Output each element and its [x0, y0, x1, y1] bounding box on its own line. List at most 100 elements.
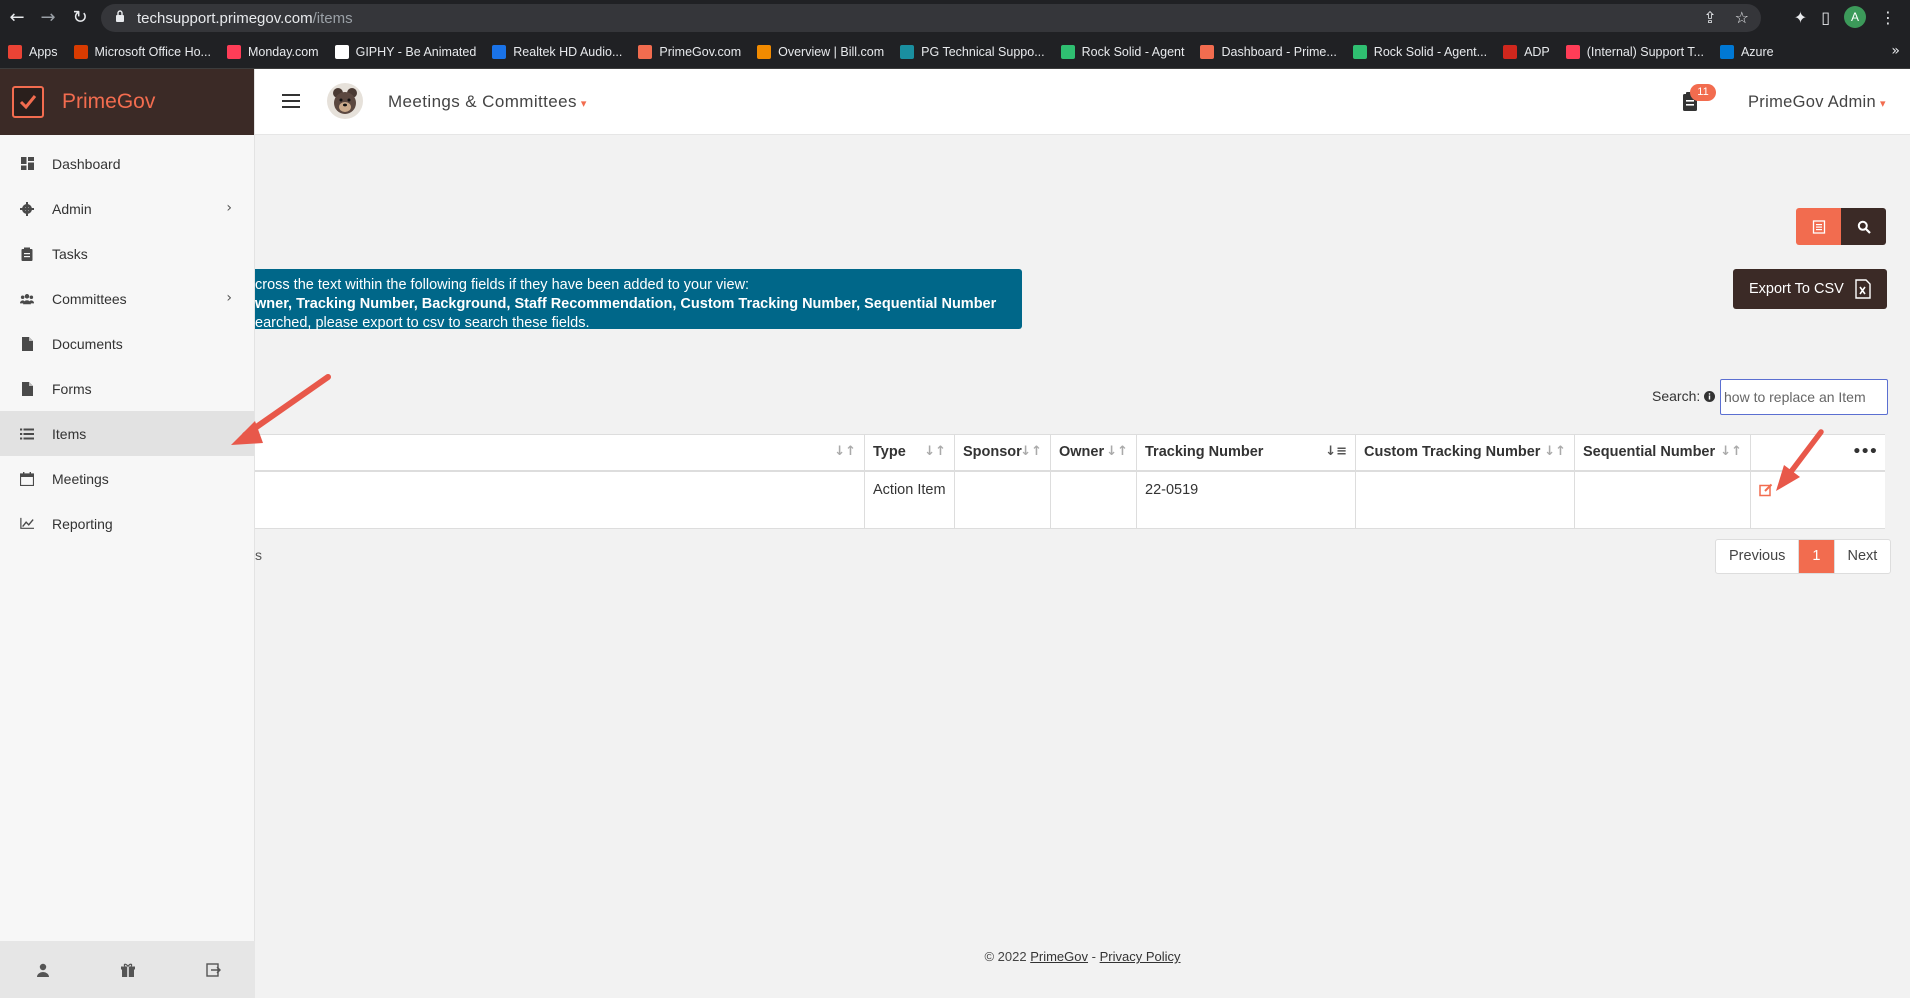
kebab-menu-icon[interactable]: ⋮ [1880, 8, 1896, 27]
sidebar-item-admin[interactable]: Admin › [0, 186, 254, 231]
view-toggle-group [1796, 208, 1886, 245]
bookmark-item[interactable]: Microsoft Office Ho... [73, 44, 211, 59]
edit-icon[interactable] [1759, 483, 1773, 497]
next-page-button[interactable]: Next [1835, 540, 1891, 573]
cell-name [255, 472, 865, 528]
search-icon [1857, 220, 1871, 234]
lock-icon [116, 10, 124, 22]
privacy-policy-link[interactable]: Privacy Policy [1100, 949, 1181, 964]
users-icon [20, 292, 34, 306]
share-icon[interactable]: ⇪ [1703, 8, 1716, 27]
calendar-icon [20, 471, 34, 486]
column-header-sequential-number[interactable]: Sequential Number ↓↑ [1575, 435, 1751, 470]
bookmark-item[interactable]: Realtek HD Audio... [492, 44, 622, 59]
sidebar-item-tasks[interactable]: Tasks [0, 231, 254, 276]
export-csv-button[interactable]: Export To CSV [1733, 269, 1887, 309]
search-label: Search: [1652, 388, 1716, 404]
bookmark-item[interactable]: (Internal) Support T... [1565, 44, 1704, 59]
top-bar: Meetings & Committees ▾ 11 PrimeGov Admin… [255, 69, 1910, 135]
page-1-button[interactable]: 1 [1799, 540, 1835, 573]
sort-icon: ↓↑ [1720, 444, 1742, 459]
bookmark-favicon-icon [1719, 44, 1734, 59]
hamburger-menu-icon[interactable] [282, 94, 300, 108]
column-header-owner[interactable]: Owner ↓↑ [1051, 435, 1137, 470]
bookmark-item[interactable]: ADP [1503, 44, 1550, 59]
sidebar-item-label: Reporting [52, 515, 113, 532]
sort-icon: ↓↑ [1106, 444, 1128, 459]
bookmark-item[interactable]: GIPHY - Be Animated [334, 44, 476, 59]
table-row[interactable]: Action Item 22-0519 [255, 472, 1885, 529]
gear-icon [20, 201, 34, 216]
primegov-link[interactable]: PrimeGov [1030, 949, 1088, 964]
sort-icon: ↓↑ [1544, 444, 1566, 459]
bookmark-item[interactable]: Azure [1719, 44, 1774, 59]
bookmark-label: Rock Solid - Agent [1081, 44, 1185, 59]
bookmark-item[interactable]: PG Technical Suppo... [900, 44, 1045, 59]
bookmark-item[interactable]: Apps [8, 44, 58, 59]
sidebar-item-documents[interactable]: Documents [0, 321, 254, 366]
logout-icon[interactable] [205, 962, 221, 978]
bookmark-label: Dashboard - Prime... [1221, 44, 1337, 59]
column-header-custom-tracking-number[interactable]: Custom Tracking Number ↓↑ [1356, 435, 1575, 470]
column-header-tracking-number[interactable]: Tracking Number ↓≡ [1137, 435, 1356, 470]
primegov-logo-icon [12, 86, 44, 118]
cell-owner [1051, 472, 1137, 528]
sidebar-item-label: Documents [52, 335, 123, 352]
items-table: ↓↑ Type ↓↑ Sponsor ↓↑ Owner ↓↑ Tracking Num… [255, 434, 1885, 529]
column-header-sponsor[interactable]: Sponsor ↓↑ [955, 435, 1051, 470]
pagination: Previous 1 Next [1715, 539, 1892, 574]
column-options-button[interactable]: ••• [1751, 435, 1885, 470]
gift-icon[interactable] [120, 962, 136, 978]
sidebar-item-label: Tasks [52, 245, 88, 262]
cell-tracking-number: 22-0519 [1137, 472, 1356, 528]
extensions-icon[interactable]: ✦ [1794, 8, 1807, 27]
user-menu[interactable]: PrimeGov Admin ▾ [1748, 93, 1886, 112]
sidebar-item-label: Admin [52, 200, 92, 217]
column-header-type[interactable]: Type ↓↑ [865, 435, 955, 470]
bookmark-favicon-icon [1352, 44, 1367, 59]
list-view-button[interactable] [1796, 208, 1841, 245]
search-button[interactable] [1841, 208, 1886, 245]
info-icon[interactable] [1704, 391, 1716, 402]
reload-icon[interactable]: ↻ [68, 6, 92, 30]
bookmark-item[interactable]: Rock Solid - Agent [1060, 44, 1185, 59]
forward-icon[interactable]: → [36, 6, 60, 30]
bookmarks-overflow-icon[interactable]: » [1891, 43, 1900, 59]
chevron-right-icon: › [226, 290, 232, 306]
bookmark-item[interactable]: Dashboard - Prime... [1200, 44, 1337, 59]
bookmark-item[interactable]: Rock Solid - Agent... [1352, 44, 1488, 59]
sort-icon: ↓↑ [1020, 444, 1042, 459]
bookmark-item[interactable]: Monday.com [226, 44, 319, 59]
bookmark-item[interactable]: Overview | Bill.com [757, 44, 884, 59]
sidebar-item-committees[interactable]: Committees › [0, 276, 254, 321]
bookmark-label: Microsoft Office Ho... [94, 44, 211, 59]
sidepanel-icon[interactable]: ▯ [1821, 8, 1830, 27]
sidebar-item-dashboard[interactable]: Dashboard [0, 141, 254, 186]
brand-header[interactable]: PrimeGov [0, 69, 254, 135]
notification-badge: 11 [1690, 84, 1716, 101]
sidebar-item-meetings[interactable]: Meetings [0, 456, 254, 501]
address-bar[interactable]: techsupport.primegov.com/items ⇪ ☆ [101, 4, 1761, 32]
star-icon[interactable]: ☆ [1735, 8, 1749, 27]
bookmark-item[interactable]: PrimeGov.com [638, 44, 741, 59]
search-input[interactable] [1720, 379, 1888, 415]
bookmark-label: Rock Solid - Agent... [1373, 44, 1488, 59]
file-icon [20, 336, 34, 351]
sidebar-item-reporting[interactable]: Reporting [0, 501, 254, 546]
back-icon[interactable]: ← [5, 6, 29, 30]
cell-actions [1751, 472, 1885, 528]
column-header-name[interactable]: ↓↑ [255, 435, 865, 470]
sidebar-item-items[interactable]: Items [0, 411, 254, 456]
module-dropdown[interactable]: Meetings & Committees ▾ [388, 92, 587, 112]
bookmarks-bar: Apps Microsoft Office Ho... Monday.com GIPH… [0, 35, 1910, 69]
sort-icon: ↓↑ [834, 444, 856, 459]
cell-sponsor [955, 472, 1051, 528]
table-header: ↓↑ Type ↓↑ Sponsor ↓↑ Owner ↓↑ Tracking Num… [255, 434, 1885, 472]
profile-avatar[interactable]: A [1844, 6, 1866, 28]
sidebar-item-forms[interactable]: Forms [0, 366, 254, 411]
main-content: Export To CSV cross the text within the … [255, 135, 1910, 998]
previous-page-button[interactable]: Previous [1716, 540, 1800, 573]
user-icon[interactable] [35, 962, 51, 978]
bookmark-favicon-icon [1200, 44, 1215, 59]
bookmark-favicon-icon [1060, 44, 1075, 59]
